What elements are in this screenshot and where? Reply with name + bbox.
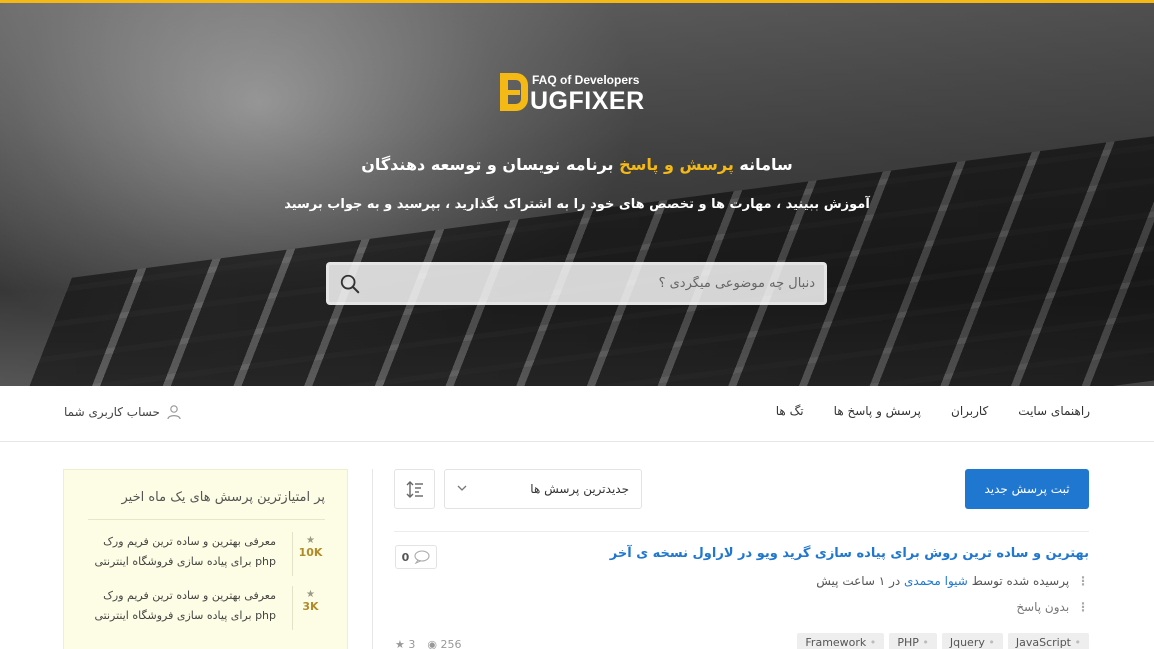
list-item[interactable]: ★ 3K معرفی بهترین و ساده ترین فریم ورک p…: [88, 586, 328, 630]
search-box: [326, 262, 827, 305]
question-title-link[interactable]: بهترین و ساده ترین روش برای پیاده سازی گ…: [610, 546, 1089, 561]
tag-chip[interactable]: Framework: [797, 633, 885, 649]
ask-question-button[interactable]: ثبت پرسش جدید: [965, 469, 1089, 509]
chevron-down-icon: [457, 485, 467, 491]
account-link[interactable]: حساب کاربری شما: [64, 404, 182, 420]
divider: [88, 519, 325, 520]
dots-icon: ⋮: [1077, 600, 1089, 614]
search-icon[interactable]: [339, 273, 361, 295]
hero-banner: FAQ of Developers UGFIXER سامانه پرسش و …: [0, 0, 1154, 386]
answer-status: ⋮ بدون پاسخ: [1016, 600, 1089, 614]
comment-icon: [414, 550, 430, 564]
author-link[interactable]: شیوا محمدی: [904, 574, 968, 588]
hero-title: سامانه پرسش و پاسخ برنامه نویسان و توسعه…: [361, 155, 793, 174]
sort-order-button[interactable]: [394, 469, 435, 509]
answer-count-badge[interactable]: 0: [395, 545, 437, 569]
nav-menu: تگ ها پرسش و پاسخ ها کاربران راهنمای سای…: [776, 404, 1090, 418]
tag-chip[interactable]: Jquery: [941, 633, 1003, 649]
star-icon: ★: [306, 535, 315, 546]
column-divider: [372, 469, 373, 649]
tag-chip[interactable]: PHP: [889, 633, 937, 649]
hero-subtitle: آموزش ببینید ، مهارت ها و تخصص های خود ر…: [284, 197, 870, 212]
logo-b-mark: [500, 73, 528, 111]
view-count: ◉ 256: [427, 638, 462, 649]
question-link[interactable]: معرفی بهترین و ساده ترین فریم ورک php بر…: [86, 586, 276, 626]
site-logo[interactable]: FAQ of Developers UGFIXER: [498, 69, 658, 117]
logo-name: UGFIXER: [530, 87, 645, 115]
question-stats: ★ 3 ◉ 256: [395, 638, 461, 649]
nav-item-guide[interactable]: راهنمای سایت: [1018, 404, 1090, 418]
sort-value: جدیدترین پرسش ها: [530, 482, 629, 496]
divider: [394, 531, 1089, 532]
tag-list: JavaScript Jquery PHP Framework: [797, 633, 1089, 649]
top-questions-widget: پر امتیازترین پرسش های یک ماه اخیر ★ 10K…: [63, 469, 348, 649]
eye-icon: ◉: [427, 638, 437, 649]
dots-icon: ⋮: [1077, 574, 1089, 588]
nav-item-users[interactable]: کاربران: [951, 404, 988, 418]
score-badge: ★ 10K: [292, 532, 328, 576]
widget-title: پر امتیازترین پرسش های یک ماه اخیر: [121, 490, 325, 505]
question-meta: ⋮ پرسیده شده توسط شیوا محمدی در ۱ ساعت پ…: [816, 574, 1089, 588]
question-link[interactable]: معرفی بهترین و ساده ترین فریم ورک php بر…: [86, 532, 276, 572]
sort-icon: [406, 481, 423, 498]
account-label: حساب کاربری شما: [64, 405, 160, 419]
tag-chip[interactable]: JavaScript: [1007, 633, 1089, 649]
logo-tagline: FAQ of Developers: [532, 73, 640, 87]
star-icon: ★: [306, 589, 315, 600]
list-item[interactable]: ★ 10K معرفی بهترین و ساده ترین فریم ورک …: [88, 532, 328, 576]
score-badge: ★ 3K: [292, 586, 328, 630]
nav-item-tags[interactable]: تگ ها: [776, 404, 804, 418]
nav-item-qa[interactable]: پرسش و پاسخ ها: [834, 404, 921, 418]
sort-dropdown[interactable]: جدیدترین پرسش ها: [444, 469, 642, 509]
user-icon: [167, 405, 181, 420]
main-nav: تگ ها پرسش و پاسخ ها کاربران راهنمای سای…: [0, 386, 1154, 442]
vote-count: ★ 3: [395, 638, 416, 649]
search-input[interactable]: [375, 265, 815, 302]
star-icon: ★: [395, 638, 405, 649]
